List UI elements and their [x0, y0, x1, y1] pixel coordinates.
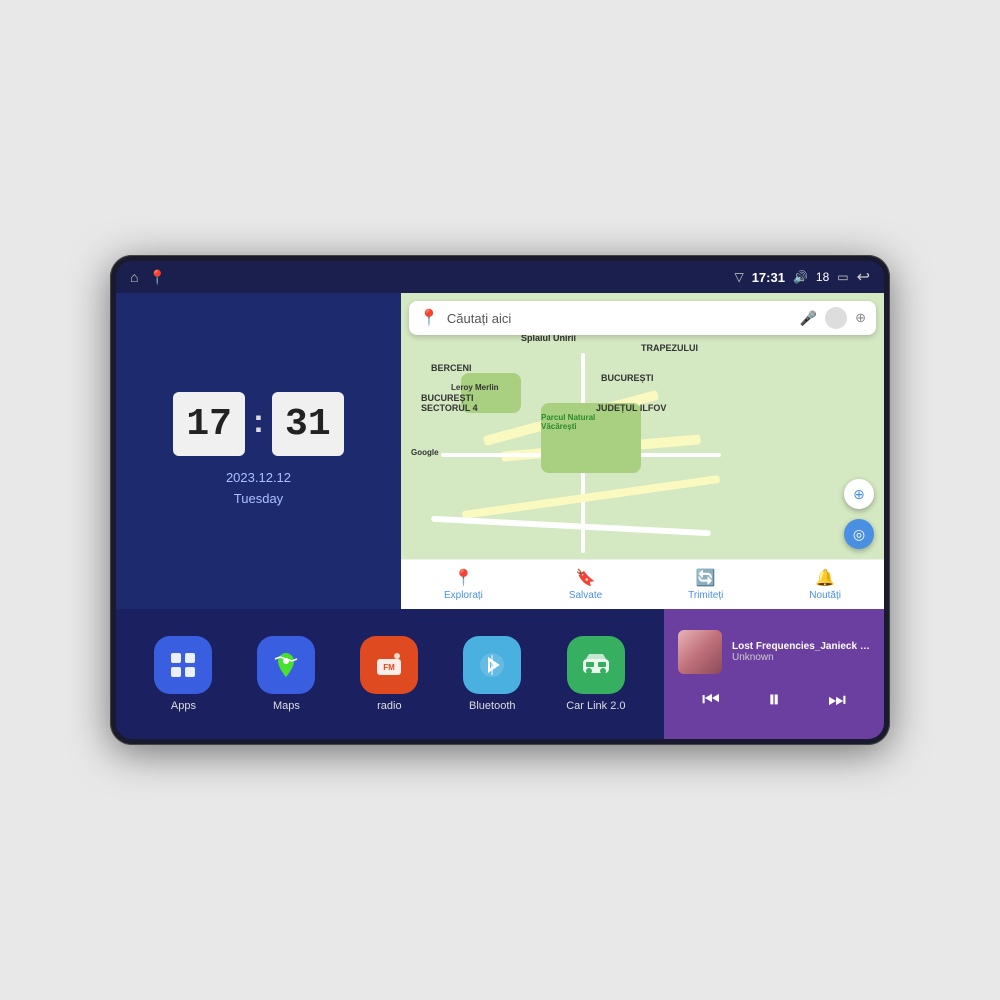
- map-search-bar[interactable]: 📍 Căutați aici 🎤 ⊕: [409, 301, 876, 335]
- clock-minute: 31: [272, 392, 344, 456]
- app-label-apps: Apps: [171, 700, 196, 712]
- music-play-button[interactable]: ⏸: [764, 682, 784, 718]
- map-send-icon: 🔄: [696, 568, 716, 588]
- app-item-carlink[interactable]: Car Link 2.0: [566, 636, 625, 712]
- app-label-maps: Maps: [273, 700, 300, 712]
- music-info-row: Lost Frequencies_Janieck Devy-... Unknow…: [678, 630, 870, 674]
- svg-text:FM: FM: [384, 663, 396, 672]
- battery-icon: ▭: [837, 270, 848, 284]
- music-album-image: [678, 630, 722, 674]
- map-saved-label: Salvate: [569, 590, 602, 601]
- radio-icon-bg: FM: [360, 636, 418, 694]
- carlink-app-icon: [580, 649, 612, 681]
- map-label-ilfov: JUDEȚUL ILFOV: [596, 403, 666, 413]
- map-explore-icon: 📍: [453, 568, 473, 588]
- maps-shortcut-icon[interactable]: 📍: [148, 269, 165, 286]
- status-time: 17:31: [752, 270, 785, 285]
- map-layers-icon[interactable]: ⊕: [855, 310, 866, 326]
- music-title: Lost Frequencies_Janieck Devy-...: [732, 641, 870, 652]
- bottom-row: Apps Maps: [116, 609, 884, 739]
- music-panel: Lost Frequencies_Janieck Devy-... Unknow…: [664, 609, 884, 739]
- map-news-icon: 🔔: [815, 568, 835, 588]
- music-artist: Unknown: [732, 652, 870, 663]
- app-item-bluetooth[interactable]: Bluetooth: [463, 636, 521, 712]
- home-icon[interactable]: ⌂: [130, 269, 138, 285]
- map-compass-button[interactable]: ⊕: [844, 479, 874, 509]
- clock-hour: 17: [173, 392, 245, 456]
- map-bottom-nav: 📍 Explorați 🔖 Salvate 🔄 Trimiteți �: [401, 559, 884, 609]
- main-content: 17 : 31 2023.12.12 Tuesday: [116, 293, 884, 739]
- map-search-pin-icon: 📍: [419, 308, 439, 328]
- apps-grid-icon: [167, 649, 199, 681]
- map-label-google: Google: [411, 448, 439, 457]
- map-user-avatar[interactable]: [825, 307, 847, 329]
- radio-app-icon: FM: [373, 649, 405, 681]
- music-prev-button[interactable]: ⏮: [698, 685, 724, 716]
- map-send-label: Trimiteți: [688, 590, 723, 601]
- app-label-bluetooth: Bluetooth: [469, 700, 515, 712]
- battery-level: 18: [816, 270, 829, 284]
- bluetooth-app-icon: [476, 649, 508, 681]
- app-item-maps[interactable]: Maps: [257, 636, 315, 712]
- app-item-radio[interactable]: FM radio: [360, 636, 418, 712]
- signal-icon: ▽: [734, 270, 743, 284]
- carlink-icon-bg: [567, 636, 625, 694]
- music-controls: ⏮ ⏸ ⏭: [678, 682, 870, 718]
- back-icon[interactable]: ↩: [857, 267, 870, 287]
- map-label-leroy: Leroy Merlin: [451, 383, 499, 392]
- volume-icon: 🔊: [793, 270, 808, 284]
- top-row: 17 : 31 2023.12.12 Tuesday: [116, 293, 884, 609]
- status-bar: ⌂ 📍 ▽ 17:31 🔊 18 ▭ ↩: [116, 261, 884, 293]
- maps-app-icon: [270, 649, 302, 681]
- map-mic-icon[interactable]: 🎤: [800, 310, 817, 327]
- map-nav-explore[interactable]: 📍 Explorați: [444, 568, 483, 601]
- map-label-bucuresti: BUCUREȘTI: [601, 373, 654, 383]
- clock-panel: 17 : 31 2023.12.12 Tuesday: [116, 293, 401, 609]
- map-label-berceni: BERCENI: [431, 363, 472, 373]
- map-panel[interactable]: BERCENI BUCUREȘTISECTORUL 4 BUCUREȘTI JU…: [401, 293, 884, 609]
- music-next-button[interactable]: ⏭: [824, 685, 850, 716]
- status-right-icons: ▽ 17:31 🔊 18 ▭ ↩: [734, 267, 870, 287]
- map-nav-send[interactable]: 🔄 Trimiteți: [688, 568, 723, 601]
- apps-row: Apps Maps: [116, 609, 664, 739]
- map-label-parcul: Parcul NaturalVăcărești: [541, 413, 595, 431]
- device-screen: ⌂ 📍 ▽ 17:31 🔊 18 ▭ ↩ 17 :: [116, 261, 884, 739]
- app-item-apps[interactable]: Apps: [154, 636, 212, 712]
- status-left-icons: ⌂ 📍: [130, 269, 166, 286]
- map-nav-news[interactable]: 🔔 Noutăți: [809, 568, 841, 601]
- app-label-radio: radio: [377, 700, 401, 712]
- map-location-button[interactable]: ◎: [844, 519, 874, 549]
- music-text: Lost Frequencies_Janieck Devy-... Unknow…: [732, 641, 870, 663]
- map-explore-label: Explorați: [444, 590, 483, 601]
- clock-date: 2023.12.12 Tuesday: [226, 468, 291, 510]
- map-label-sector4: BUCUREȘTISECTORUL 4: [421, 393, 478, 413]
- maps-icon-bg: [257, 636, 315, 694]
- map-news-label: Noutăți: [809, 590, 841, 601]
- clock-display: 17 : 31: [173, 392, 344, 456]
- clock-separator: :: [253, 403, 264, 440]
- map-label-trapezului: TRAPEZULUI: [641, 343, 698, 353]
- device-frame: ⌂ 📍 ▽ 17:31 🔊 18 ▭ ↩ 17 :: [110, 255, 890, 745]
- music-album-art: [678, 630, 722, 674]
- map-search-text[interactable]: Căutați aici: [447, 311, 511, 326]
- map-saved-icon: 🔖: [576, 568, 596, 588]
- map-nav-saved[interactable]: 🔖 Salvate: [569, 568, 602, 601]
- apps-icon-bg: [154, 636, 212, 694]
- bluetooth-icon-bg: [463, 636, 521, 694]
- app-label-carlink: Car Link 2.0: [566, 700, 625, 712]
